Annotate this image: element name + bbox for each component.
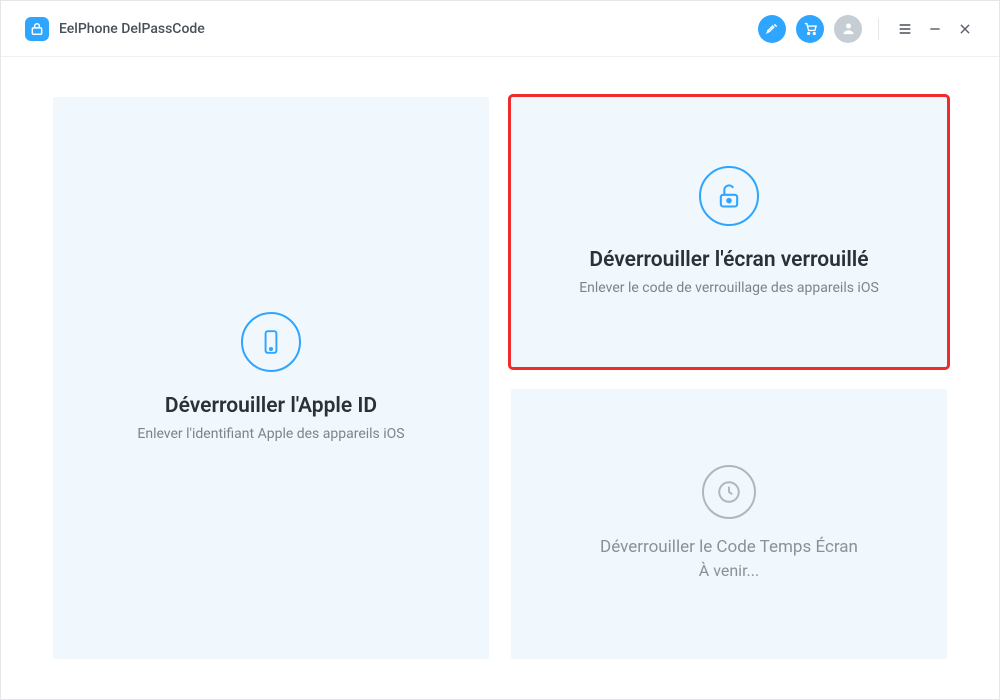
clock-icon [702, 465, 756, 519]
titlebar: EelPhone DelPassCode [1, 1, 999, 57]
content-area: Déverrouiller l'Apple ID Enlever l'ident… [1, 57, 999, 699]
close-button[interactable] [955, 19, 975, 39]
app-title: EelPhone DelPassCode [59, 21, 205, 37]
app-window: EelPhone DelPassCode [0, 0, 1000, 700]
minimize-button[interactable] [925, 19, 945, 39]
unlock-apple-id-card[interactable]: Déverrouiller l'Apple ID Enlever l'ident… [53, 97, 489, 659]
card-subtitle: À venir... [699, 559, 759, 583]
tools-button[interactable] [758, 15, 786, 43]
card-title: Déverrouiller le Code Temps Écran [600, 537, 858, 557]
unlock-icon [699, 166, 759, 226]
card-title: Déverrouiller l'Apple ID [165, 394, 377, 418]
user-button[interactable] [834, 15, 862, 43]
titlebar-divider [878, 18, 879, 40]
right-column: Déverrouiller l'écran verrouillé Enlever… [511, 97, 947, 659]
card-title: Déverrouiller l'écran verrouillé [589, 248, 868, 272]
card-subtitle: Enlever le code de verrouillage des appa… [579, 278, 879, 299]
titlebar-left: EelPhone DelPassCode [25, 17, 205, 41]
menu-button[interactable] [895, 19, 915, 39]
unlock-screen-card[interactable]: Déverrouiller l'écran verrouillé Enlever… [511, 97, 947, 367]
left-column: Déverrouiller l'Apple ID Enlever l'ident… [53, 97, 489, 659]
phone-icon [241, 312, 301, 372]
unlock-screentime-card[interactable]: Déverrouiller le Code Temps Écran À veni… [511, 389, 947, 659]
card-subtitle: Enlever l'identifiant Apple des appareil… [137, 424, 404, 445]
titlebar-right [758, 15, 975, 43]
cart-button[interactable] [796, 15, 824, 43]
app-logo-icon [25, 17, 49, 41]
